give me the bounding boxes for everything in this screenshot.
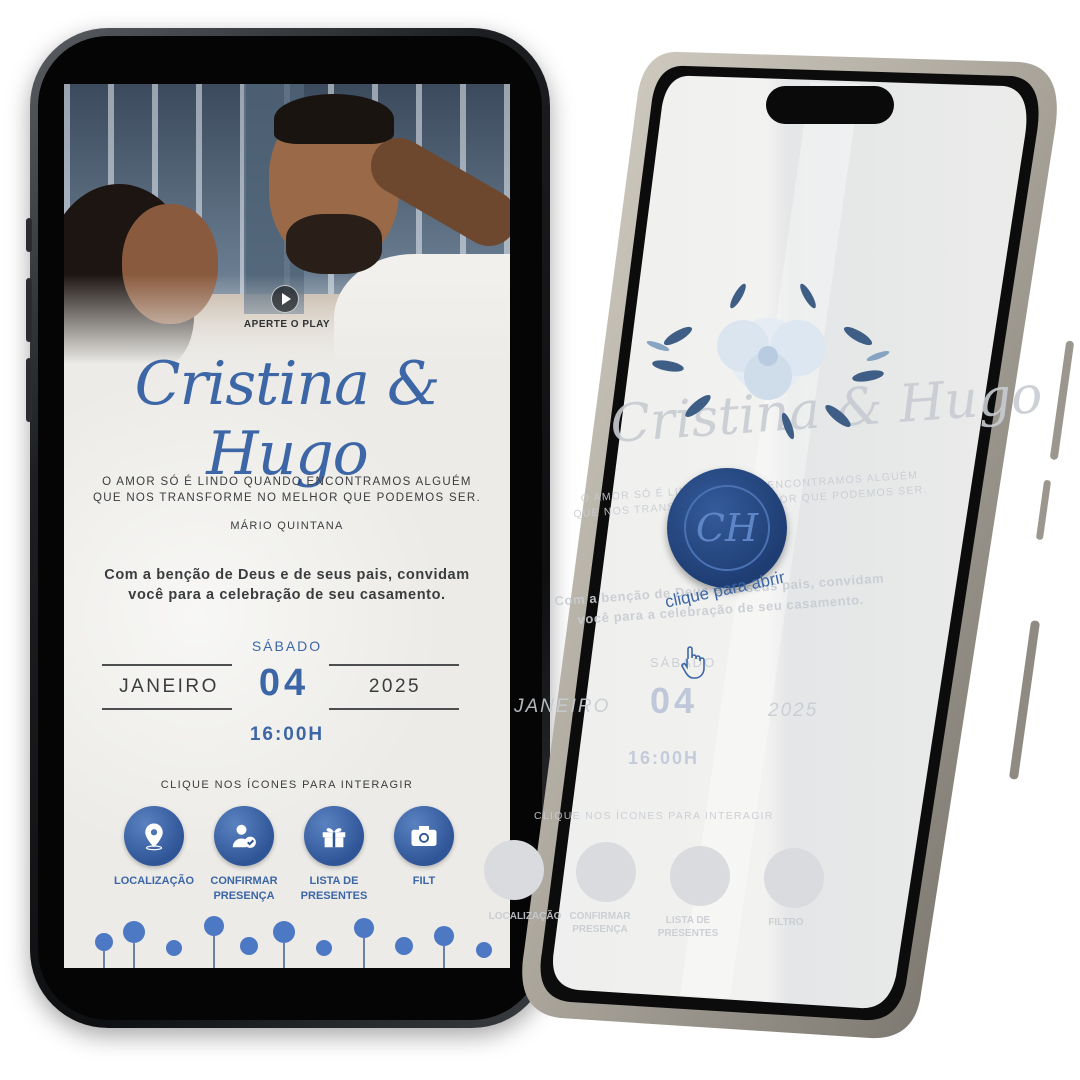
confirm-label-line-1: CONFIRMAR bbox=[210, 875, 278, 887]
faded-time: 16:00H bbox=[628, 748, 700, 768]
month: JANEIRO bbox=[119, 676, 219, 697]
faded-gift-label: LISTA DE PRESENTES bbox=[648, 914, 728, 940]
faded-gift-label-line-2: PRESENTES bbox=[657, 928, 719, 939]
quote-author: MÁRIO QUINTANA bbox=[230, 520, 344, 532]
couple-names: Cristina & Hugo bbox=[134, 349, 441, 489]
faded-confirm-label-line-1: CONFIRMAR bbox=[569, 911, 631, 922]
confirm-presence-label[interactable]: CONFIRMAR PRESENÇA bbox=[194, 874, 294, 904]
faded-month: JANEIRO bbox=[514, 696, 611, 717]
volume-down-button bbox=[26, 358, 32, 422]
faded-confirm-label: CONFIRMAR PRESENÇA bbox=[560, 910, 640, 936]
couple-photo[interactable] bbox=[64, 84, 510, 374]
filter-button[interactable] bbox=[394, 806, 454, 866]
dynamic-island bbox=[766, 86, 894, 124]
faded-filter-label: FILTRO bbox=[746, 916, 826, 929]
blessing-line-1: Com a benção de Deus e de seus pais, con… bbox=[104, 567, 470, 583]
play-icon[interactable] bbox=[271, 285, 299, 313]
faded-confirm-label-line-2: PRESENÇA bbox=[572, 924, 628, 935]
divider-top-right bbox=[329, 664, 459, 666]
weekday: SÁBADO bbox=[251, 638, 323, 654]
faded-gift-label-line-1: LISTA DE bbox=[665, 915, 711, 926]
year: 2025 bbox=[368, 676, 422, 697]
divider-bottom-right bbox=[329, 708, 459, 710]
gift-list-button[interactable] bbox=[304, 806, 364, 866]
faded-location-label-line-1: LOCALIZAÇÃO bbox=[488, 911, 562, 922]
tap-hand-icon bbox=[681, 646, 705, 679]
faded-filter-label-line-1: FILTRO bbox=[768, 917, 804, 928]
filter-label[interactable]: FILT bbox=[374, 874, 474, 889]
phone-frame-right: Cristina & Hugo O AMOR SÓ É LINDO QUANDO… bbox=[484, 40, 1080, 1050]
faded-day: 04 bbox=[650, 680, 699, 721]
camera-icon bbox=[411, 826, 437, 846]
ceremony-time: 16:00H bbox=[249, 724, 325, 745]
interaction-hint: CLIQUE NOS ÍCONES PARA INTERAGIR bbox=[160, 779, 414, 791]
gift-icon bbox=[322, 828, 346, 848]
groom-hair bbox=[274, 94, 394, 144]
gift-label-line-1: LISTA DE bbox=[309, 875, 359, 887]
confirm-presence-button[interactable] bbox=[214, 806, 274, 866]
blessing-line-2: você para a celebração de seu casamento. bbox=[128, 587, 446, 603]
play-label[interactable]: APERTE O PLAY bbox=[64, 319, 510, 330]
location-label[interactable]: LOCALIZAÇÃO bbox=[104, 874, 204, 889]
faded-hint: CLIQUE NOS ÍCONES PARA INTERAGIR bbox=[534, 810, 774, 822]
quote-line-2: QUE NOS TRANSFORME NO MELHOR QUE PODEMOS… bbox=[93, 492, 481, 504]
quote-line-1: O AMOR SÓ É LINDO QUANDO ENCONTRAMOS ALG… bbox=[102, 476, 472, 488]
location-label-line-1: LOCALIZAÇÃO bbox=[113, 875, 195, 887]
faded-location-label: LOCALIZAÇÃO bbox=[480, 910, 570, 923]
blessing-text: Com a benção de Deus e de seus pais, con… bbox=[74, 565, 500, 605]
divider-bottom-left bbox=[102, 708, 232, 710]
seal-monogram: CH bbox=[684, 485, 770, 571]
faded-year: 2025 bbox=[768, 700, 819, 721]
location-pin-icon bbox=[145, 823, 163, 851]
day-number: 04 bbox=[258, 662, 310, 704]
faded-gift-icon bbox=[670, 846, 730, 906]
user-check-icon bbox=[232, 824, 256, 848]
volume-up-button bbox=[26, 278, 32, 342]
filter-label-line-1: FILT bbox=[412, 875, 436, 887]
groom-beard bbox=[286, 214, 382, 274]
faded-location-icon bbox=[484, 840, 544, 900]
love-quote: O AMOR SÓ É LINDO QUANDO ENCONTRAMOS ALG… bbox=[64, 474, 510, 506]
floral-arrangement bbox=[646, 283, 890, 440]
location-button[interactable] bbox=[124, 806, 184, 866]
faded-camera-icon bbox=[764, 848, 824, 908]
mute-switch bbox=[26, 218, 32, 252]
blue-flowers-decoration bbox=[95, 916, 492, 968]
divider-top-left bbox=[102, 664, 232, 666]
invitation-screen-left: APERTE O PLAY Cristina & Hugo O AMOR SÓ … bbox=[64, 84, 510, 968]
faded-user-check-icon bbox=[576, 842, 636, 902]
gift-list-label[interactable]: LISTA DE PRESENTES bbox=[284, 874, 384, 904]
